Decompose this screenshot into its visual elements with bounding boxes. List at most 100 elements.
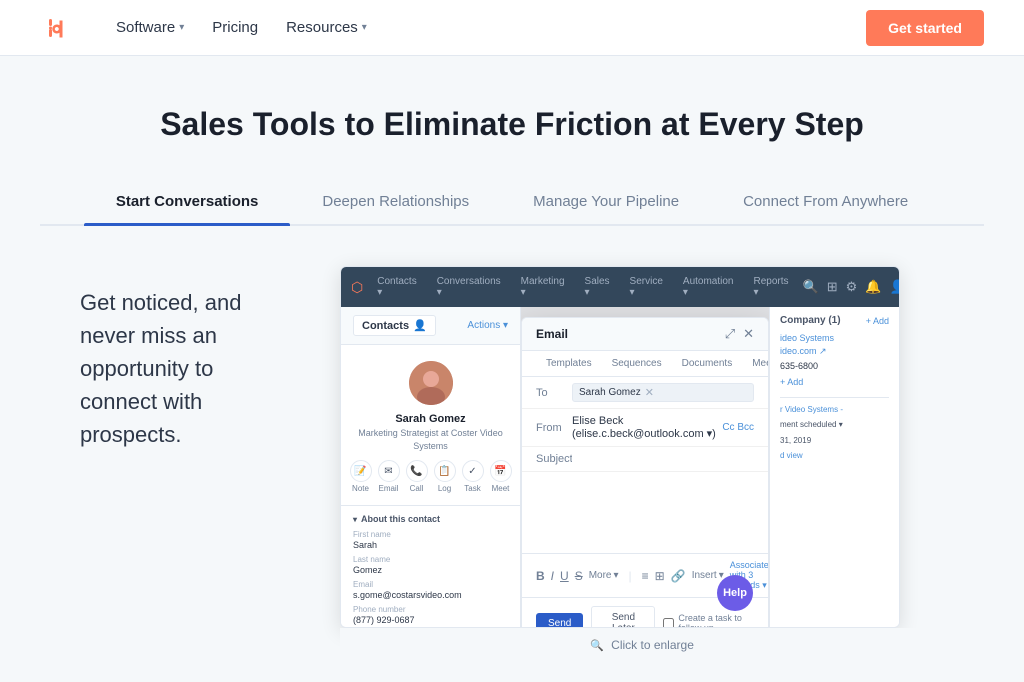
about-header: About this contact — [353, 514, 508, 524]
tab-manage-pipeline[interactable]: Manage Your Pipeline — [501, 179, 711, 224]
italic-icon[interactable]: I — [551, 569, 554, 583]
enlarge-label: Click to enlarge — [611, 638, 694, 652]
crm-nav-service[interactable]: Service ▾ — [624, 273, 669, 301]
to-field-row: To Sarah Gomez ✕ — [522, 377, 768, 409]
modal-tab-templates[interactable]: Templates — [536, 351, 602, 376]
bell-icon[interactable]: 🔔 — [865, 279, 881, 295]
compose-textarea[interactable] — [536, 480, 754, 540]
activity-item-1: r Video Systems - — [780, 404, 889, 415]
feature-tabs: Start Conversations Deepen Relationships… — [40, 179, 984, 226]
crm-nav-reports[interactable]: Reports ▾ — [748, 273, 795, 301]
crm-nav-sales[interactable]: Sales ▾ — [579, 273, 616, 301]
log-action[interactable]: 📋Log — [434, 460, 456, 493]
nav-pricing[interactable]: Pricing — [200, 11, 270, 44]
follow-up-checkbox-row: Create a task to follow up — [663, 613, 754, 627]
send-later-button[interactable]: Send Later — [591, 606, 655, 627]
search-icon[interactable]: 🔍 — [803, 279, 819, 295]
crm-topbar: ⬡ Contacts ▾ Conversations ▾ Marketing ▾… — [341, 267, 899, 307]
subject-field-row: Subject — [522, 447, 768, 472]
content-section: Get noticed, and never miss an opportuni… — [0, 226, 1024, 682]
call-action[interactable]: 📞Call — [406, 460, 428, 493]
insert-button[interactable]: Insert ▾ — [692, 570, 724, 581]
maximize-icon[interactable]: ⤢ — [725, 326, 735, 342]
crm-nav-automation[interactable]: Automation ▾ — [677, 273, 740, 301]
content-description: Get noticed, and never miss an opportuni… — [80, 266, 280, 451]
enlarge-icon: 🔍 — [590, 640, 604, 652]
right-divider — [780, 397, 889, 398]
avatar — [409, 361, 453, 405]
log-icon: 📋 — [434, 460, 456, 482]
modal-tab-sequences[interactable]: Sequences — [602, 351, 672, 376]
crm-nav-conversations[interactable]: Conversations ▾ — [431, 273, 507, 301]
crm-logo-icon: ⬡ — [351, 279, 363, 296]
tab-start-conversations[interactable]: Start Conversations — [84, 179, 291, 224]
settings-icon[interactable]: ⚙ — [846, 279, 858, 295]
send-button[interactable]: Send — [536, 613, 583, 628]
crm-nav-contacts[interactable]: Contacts ▾ — [371, 273, 422, 301]
crm-sidebar: Contacts 👤 Actions ▾ — [341, 307, 521, 627]
tab-deepen-relationships[interactable]: Deepen Relationships — [290, 179, 501, 224]
activity-item-3: 31, 2019 — [780, 435, 889, 446]
list-icon[interactable]: ≡ — [642, 569, 649, 583]
add-company-button[interactable]: + Add — [866, 316, 889, 326]
modal-tab-meetings[interactable]: Meetings ▾ — [742, 351, 769, 376]
underline-icon[interactable]: U — [560, 569, 569, 583]
contact-title: Marketing Strategist at Coster Video Sys… — [353, 427, 508, 452]
cc-bcc-button[interactable]: Cc Bcc — [722, 422, 754, 433]
avatar-icon[interactable]: 👤 — [889, 279, 900, 295]
last-name-field: Last name Gomez — [353, 555, 508, 575]
crm-nav-marketing[interactable]: Marketing ▾ — [515, 273, 571, 301]
email-field: Email s.gome@costarsvideo.com — [353, 580, 508, 600]
add-link[interactable]: + Add — [780, 377, 889, 387]
company-phone: 635-6800 — [780, 361, 889, 371]
nav-resources[interactable]: Resources ▾ — [274, 11, 379, 44]
link-icon[interactable]: 🔗 — [671, 569, 686, 583]
modal-tab-documents[interactable]: Documents — [672, 351, 743, 376]
strikethrough-icon[interactable]: S — [575, 569, 583, 583]
first-name-field: First name Sarah — [353, 530, 508, 550]
tab-connect-anywhere[interactable]: Connect From Anywhere — [711, 179, 940, 224]
company-section-header: Company (1) + Add — [780, 315, 889, 326]
note-icon: 📝 — [350, 460, 372, 482]
more-toolbar-button[interactable]: More ▾ — [589, 570, 619, 581]
activity-item-4: d view — [780, 450, 889, 461]
recipient-tag[interactable]: Sarah Gomez ✕ — [572, 383, 754, 402]
resources-chevron-icon: ▾ — [362, 22, 367, 33]
navbar: Software ▾ Pricing Resources ▾ Get start… — [0, 0, 1024, 56]
about-section: About this contact First name Sarah Last… — [341, 506, 520, 627]
compose-area[interactable] — [522, 472, 768, 553]
subject-input[interactable] — [572, 453, 754, 465]
task-action[interactable]: ✓Task — [462, 460, 484, 493]
screenshot-wrapper: ⬡ Contacts ▾ Conversations ▾ Marketing ▾… — [340, 266, 944, 662]
contacts-tab[interactable]: Contacts 👤 — [353, 315, 436, 336]
get-started-button[interactable]: Get started — [866, 10, 984, 46]
subject-label: Subject — [536, 453, 572, 465]
logo — [40, 12, 72, 44]
close-icon[interactable]: ✕ — [743, 326, 754, 342]
nav-links: Software ▾ Pricing Resources ▾ — [104, 11, 866, 44]
bold-icon[interactable]: B — [536, 569, 545, 583]
indent-icon[interactable]: ⊞ — [655, 569, 665, 583]
email-action[interactable]: ✉Email — [378, 460, 400, 493]
help-button[interactable]: Help — [717, 575, 753, 611]
company-name: ideo Systems ideo.com ↗ — [780, 332, 889, 357]
meet-action[interactable]: 📅Meet — [490, 460, 512, 493]
nav-software[interactable]: Software ▾ — [104, 11, 196, 44]
note-action[interactable]: 📝Note — [350, 460, 372, 493]
crm-right-panel: Company (1) + Add ideo Systems ideo.com … — [769, 307, 899, 627]
email-modal-header: Email ⤢ ✕ — [522, 318, 768, 351]
follow-up-checkbox[interactable] — [663, 618, 674, 628]
contact-name: Sarah Gomez — [353, 413, 508, 425]
hero-section: Sales Tools to Eliminate Friction at Eve… — [0, 56, 1024, 226]
to-label: To — [536, 387, 572, 399]
grid-icon[interactable]: ⊞ — [827, 279, 838, 295]
contact-action-icons: 📝Note ✉Email 📞Call 📋Log ✓Task 📅Meet — [353, 452, 508, 497]
actions-button[interactable]: Actions ▾ — [467, 320, 508, 331]
remove-recipient-icon[interactable]: ✕ — [645, 386, 654, 399]
crm-mockup: ⬡ Contacts ▾ Conversations ▾ Marketing ▾… — [340, 266, 900, 628]
crm-nav-icons: 🔍 ⊞ ⚙ 🔔 👤 — [803, 279, 900, 295]
from-label: From — [536, 422, 572, 434]
enlarge-bar[interactable]: 🔍 Click to enlarge — [340, 628, 944, 662]
from-field-row: From Elise Beck (elise.c.beck@outlook.co… — [522, 409, 768, 447]
email-modal-title: Email — [536, 327, 568, 341]
